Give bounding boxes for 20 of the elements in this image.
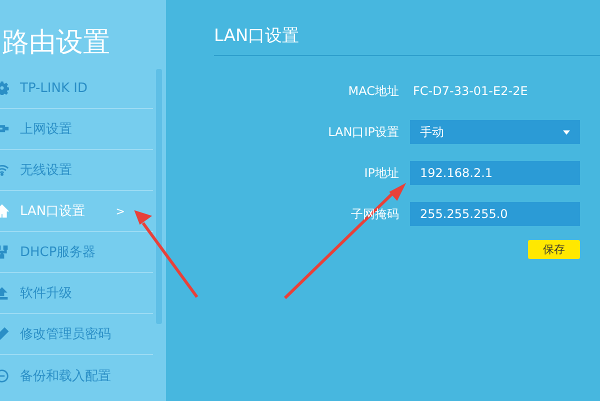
sidebar-item[interactable]: 上网设置 <box>0 109 153 150</box>
sidebar-item[interactable]: 修改管理员密码 <box>0 314 153 355</box>
sidebar-item[interactable]: DHCP服务器 <box>0 232 153 273</box>
field-label: IP地址 <box>363 164 400 182</box>
save-button[interactable]: 保存 <box>528 240 580 258</box>
sidebar-item[interactable]: 无线设置 <box>0 150 153 191</box>
input-field[interactable]: 255.255.255.0 <box>410 202 580 226</box>
field-value: FC-D7-33-01-E2-2E <box>412 84 528 98</box>
caret-icon <box>563 130 570 134</box>
input-field[interactable]: 192.168.2.1 <box>410 161 580 185</box>
select-field[interactable]: 手动 <box>410 120 580 144</box>
field-label: LAN口IP设置 <box>327 124 400 140</box>
sidebar-title: 路由设置 <box>1 26 111 60</box>
scrollbar[interactable] <box>156 69 162 324</box>
sidebar-item[interactable]: 软件升级 <box>0 273 153 314</box>
chevron: > <box>116 204 125 218</box>
field-label: MAC地址 <box>347 82 400 100</box>
sidebar-item[interactable]: TP-LINK ID <box>0 68 153 109</box>
sidebar-item[interactable]: 备份和载入配置 <box>0 355 153 396</box>
panel-title: LAN口设置 <box>214 24 600 56</box>
